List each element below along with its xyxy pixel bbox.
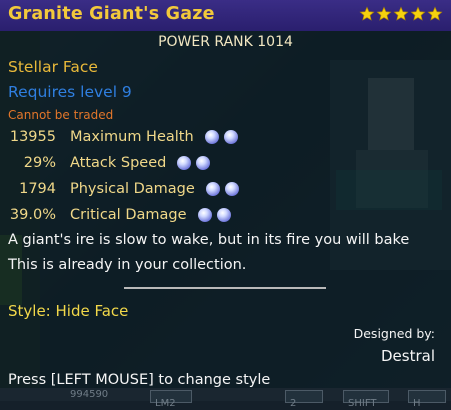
gem-icon bbox=[216, 208, 231, 222]
gem-slots bbox=[172, 156, 211, 170]
star-icon bbox=[427, 6, 443, 21]
flavor-text: A giant's ire is slow to wake, but in it… bbox=[8, 232, 410, 248]
change-style-hint: Press [LEFT MOUSE] to change style bbox=[8, 372, 271, 388]
gem-icon bbox=[223, 130, 238, 144]
collection-note: This is already in your collection. bbox=[8, 257, 247, 273]
hud-slot-label: 2 bbox=[290, 398, 297, 409]
gem-slots bbox=[193, 208, 231, 222]
trade-status: Cannot be traded bbox=[8, 108, 114, 122]
hud-slot-lm2[interactable]: LM2 bbox=[150, 390, 192, 409]
hud-slot-label: LM2 bbox=[155, 398, 176, 409]
stat-row-critical-damage: 39.0% Critical Damage bbox=[0, 204, 231, 226]
hud-slot-label: SHIFT bbox=[348, 398, 377, 409]
hud-gold-count: 994590 bbox=[70, 389, 109, 400]
gem-slots bbox=[200, 130, 238, 144]
stat-value: 13955 bbox=[9, 129, 56, 145]
star-icon bbox=[393, 6, 409, 21]
gem-icon bbox=[224, 182, 239, 196]
stat-value: 39.0% bbox=[9, 207, 56, 223]
stat-row-physical-damage: 1794 Physical Damage bbox=[0, 178, 239, 200]
item-type: Stellar Face bbox=[8, 58, 98, 76]
stat-value: 1794 bbox=[19, 181, 56, 197]
stat-row-max-health: 13955 Maximum Health bbox=[0, 126, 238, 148]
stat-name: Attack Speed bbox=[70, 155, 167, 171]
hud-slot-shift[interactable]: SHIFT bbox=[343, 390, 389, 409]
gem-icon bbox=[196, 156, 211, 170]
hud-slot-label: H bbox=[413, 398, 421, 409]
item-title: Granite Giant's Gaze bbox=[8, 4, 215, 24]
hud-slot-2[interactable]: 2 bbox=[285, 390, 323, 409]
gem-icon bbox=[204, 130, 219, 144]
style-label: Style: Hide Face bbox=[8, 302, 129, 320]
gem-slots bbox=[201, 182, 239, 196]
divider bbox=[124, 287, 326, 289]
star-rating bbox=[359, 6, 443, 22]
stat-name: Maximum Health bbox=[70, 129, 194, 145]
star-icon bbox=[359, 6, 375, 21]
power-rank: POWER RANK 1014 bbox=[158, 34, 293, 50]
star-icon bbox=[410, 6, 426, 21]
item-tooltip: Granite Giant's Gaze POWER RANK 1014 Ste… bbox=[0, 0, 451, 401]
tooltip-title-bar: Granite Giant's Gaze bbox=[0, 0, 451, 31]
level-requirement: Requires level 9 bbox=[8, 83, 132, 101]
stat-value: 29% bbox=[23, 155, 56, 171]
gem-icon bbox=[205, 182, 220, 196]
gem-icon bbox=[177, 156, 192, 170]
designed-by-label: Designed by: bbox=[353, 326, 435, 341]
stat-name: Critical Damage bbox=[70, 207, 187, 223]
stat-name: Physical Damage bbox=[70, 181, 195, 197]
stat-row-attack-speed: 29% Attack Speed bbox=[0, 152, 211, 174]
star-icon bbox=[376, 6, 392, 21]
designer-name: Destral bbox=[380, 347, 435, 365]
hud-slot-h[interactable]: H bbox=[408, 390, 446, 409]
gem-icon bbox=[197, 208, 212, 222]
